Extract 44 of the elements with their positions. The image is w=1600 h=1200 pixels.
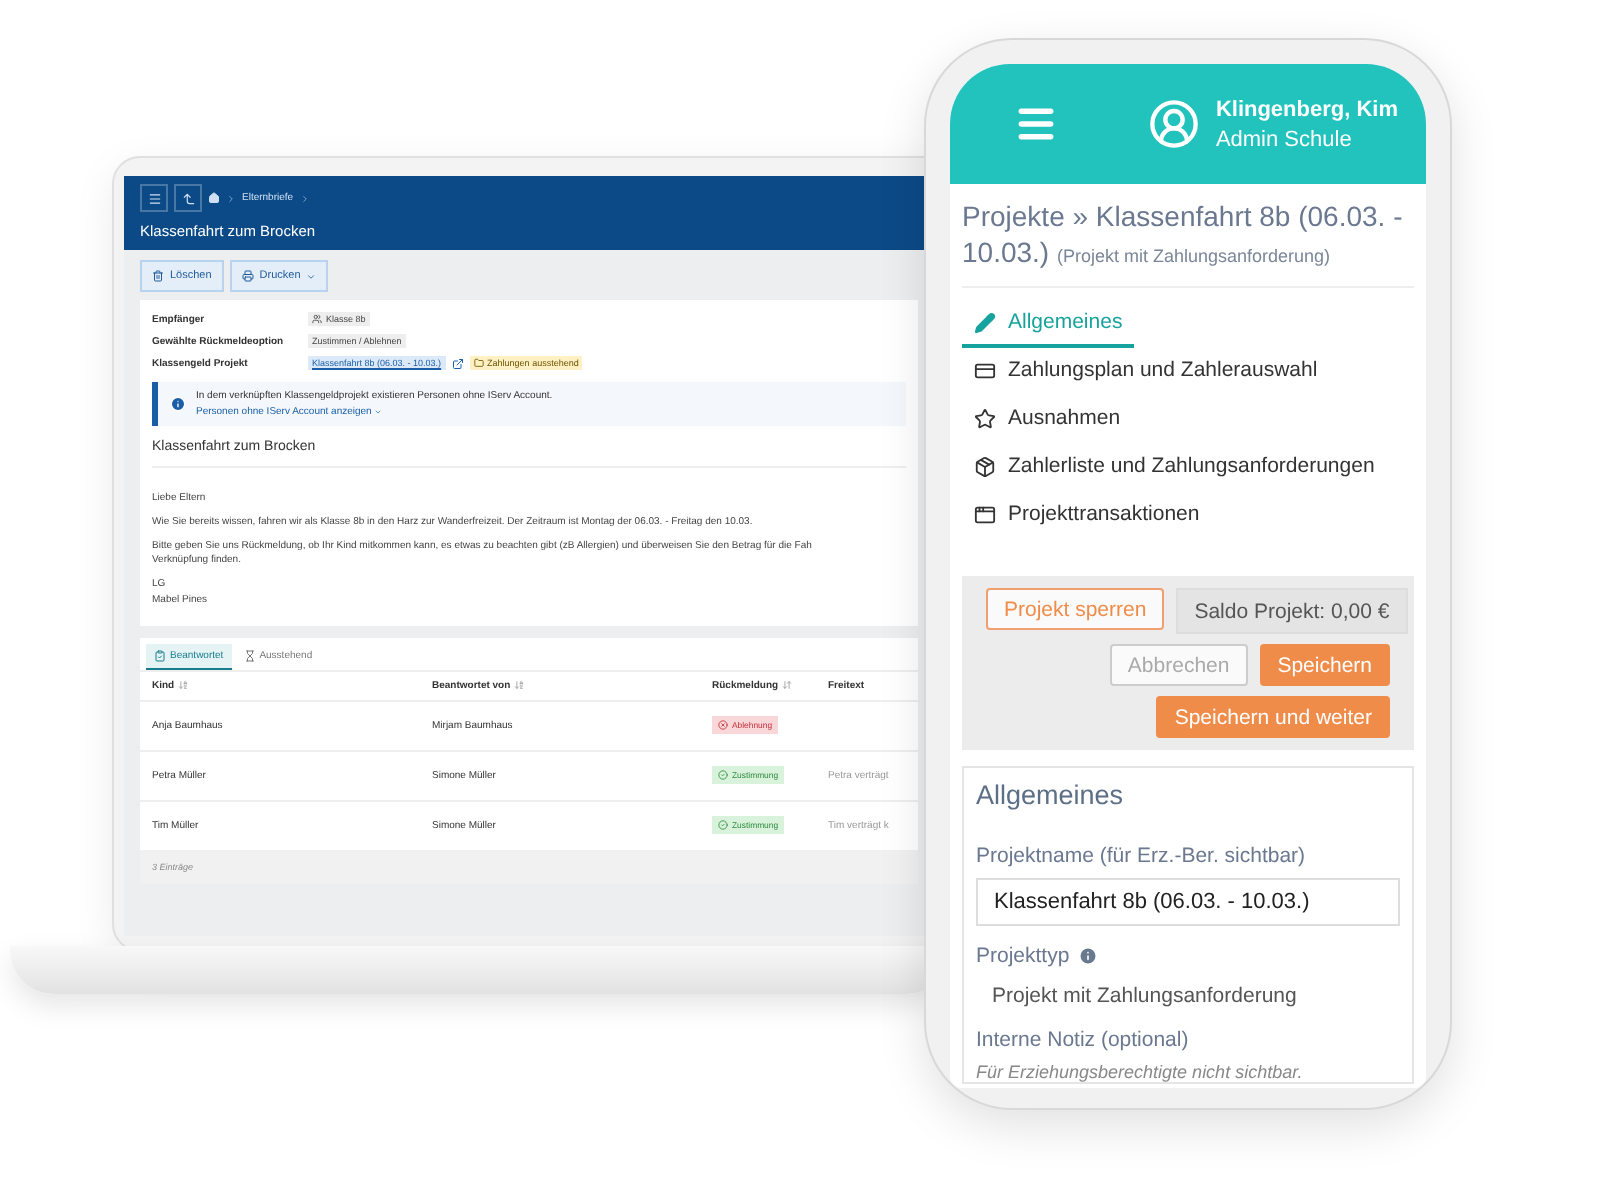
star-icon [974,407,996,429]
clipboard-icon [154,649,166,661]
info-icon [170,396,186,412]
users-icon [312,314,322,324]
up-arrow-icon [181,191,195,205]
field-label: Projekttyp [976,944,1098,968]
balance-display: Saldo Projekt: 0,00 € [1176,588,1408,634]
hourglass-icon [243,649,256,661]
avatar-icon[interactable] [1147,98,1200,150]
credit-card-icon [974,359,996,381]
check-circle-icon [718,770,728,780]
field-hint: Für Erziehungsberechtigte nicht sichtbar. [976,1062,1305,1082]
x-circle-icon [718,720,728,730]
nav-item[interactable]: Zahlerliste und Zahlungsanforderungen [962,444,1387,492]
nav-item[interactable]: Zahlungsplan und Zahlerauswahl [962,348,1330,396]
sort-icon[interactable] [514,680,525,690]
info-icon [1077,946,1098,966]
menu-button[interactable] [140,184,168,212]
box-icon [974,455,996,477]
window-icon [974,503,996,525]
pencil-icon [974,311,996,333]
up-button[interactable] [174,184,202,212]
page-title: Projekte » Klassenfahrt 8b (06.03. - 10.03.) (Projekt mit Zahlungsanforderung) [962,184,1414,288]
menu-icon[interactable] [1014,102,1058,146]
field-label: Projektname (für Erz.-Ber. sichtbar) [976,844,1306,868]
printer-icon [241,270,254,282]
field-value: Projekt mit Zahlungsanforderung [990,982,1299,1012]
folder-icon [473,358,484,368]
user-role: Admin Schule [1215,127,1354,151]
nav-item[interactable]: Projekttransaktionen [962,492,1212,540]
home-icon[interactable] [208,192,220,204]
chevron-icon [226,193,236,203]
menu-icon [147,191,161,205]
nav-item[interactable]: Ausnahmen [962,396,1133,444]
check-circle-icon [718,820,728,830]
sort-toggle-icon[interactable] [782,680,793,690]
field-label: Interne Notiz (optional) [976,1028,1189,1052]
project-name-field[interactable]: Klassenfahrt 8b (06.03. - 10.03.) [976,878,1400,926]
sort-icon[interactable] [178,680,189,690]
chevron-icon [299,193,310,203]
user-name: Klingenberg, Kim [1215,97,1398,121]
external-link-icon[interactable] [451,357,464,369]
section-title: Allgemeines [976,780,1126,810]
trash-icon [152,270,164,282]
